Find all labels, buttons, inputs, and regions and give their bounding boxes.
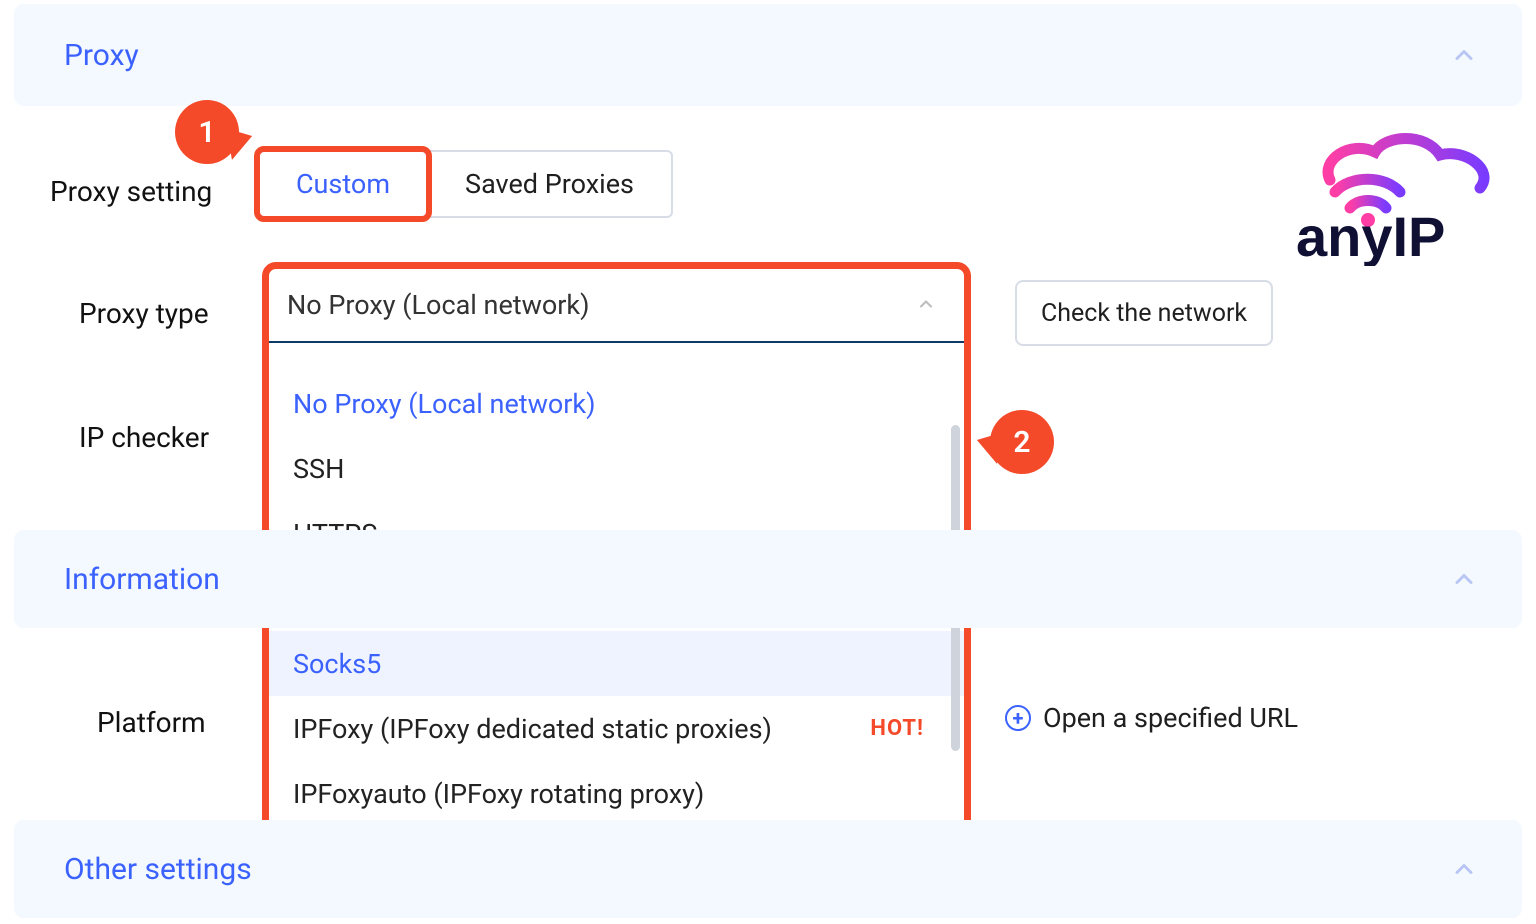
section-header-proxy[interactable]: Proxy xyxy=(14,4,1522,106)
section-title-proxy: Proxy xyxy=(64,38,139,73)
section-title-other-settings: Other settings xyxy=(64,852,252,887)
chevron-up-icon xyxy=(1450,565,1478,593)
proxy-type-option-ipfoxyauto[interactable]: IPFoxyauto (IPFoxy rotating proxy) xyxy=(269,761,964,826)
section-title-information: Information xyxy=(64,562,220,597)
plus-circle-icon: + xyxy=(1005,705,1031,731)
option-label: No Proxy (Local network) xyxy=(293,388,596,420)
anyip-logo: anyIP xyxy=(1290,130,1500,266)
option-label: SSH xyxy=(293,453,344,485)
hot-badge: HOT! xyxy=(870,716,924,741)
proxy-type-option-ipfoxy[interactable]: IPFoxy (IPFoxy dedicated static proxies)… xyxy=(269,696,964,761)
proxy-type-option-ssh[interactable]: SSH xyxy=(269,436,964,501)
open-specified-url-link[interactable]: + Open a specified URL xyxy=(1005,702,1298,734)
section-header-other-settings[interactable]: Other settings xyxy=(14,820,1522,918)
label-platform: Platform xyxy=(97,706,206,739)
tab-saved-proxies[interactable]: Saved Proxies xyxy=(428,150,673,218)
proxy-type-option-no-proxy[interactable]: No Proxy (Local network) xyxy=(269,371,964,436)
proxy-type-select[interactable]: No Proxy (Local network) xyxy=(269,269,964,343)
annotation-badge-1: 1 xyxy=(175,100,239,164)
tab-custom-label: Custom xyxy=(296,168,390,200)
option-label: IPFoxy (IPFoxy dedicated static proxies) xyxy=(293,713,772,745)
proxy-type-option-socks5[interactable]: Socks5 xyxy=(269,631,964,696)
anyip-logo-text: anyIP xyxy=(1296,205,1445,266)
label-proxy-setting: Proxy setting xyxy=(50,175,212,208)
annotation-badge-2: 2 xyxy=(990,410,1054,474)
proxy-type-selected-value: No Proxy (Local network) xyxy=(287,289,590,321)
check-network-button[interactable]: Check the network xyxy=(1015,280,1273,346)
label-proxy-type: Proxy type xyxy=(79,297,209,330)
chevron-up-icon xyxy=(916,289,936,321)
chevron-up-icon xyxy=(1450,41,1478,69)
option-label: IPFoxyauto (IPFoxy rotating proxy) xyxy=(293,778,704,810)
section-header-information[interactable]: Information xyxy=(14,530,1522,628)
tab-custom[interactable]: Custom xyxy=(258,150,428,218)
chevron-up-icon xyxy=(1450,855,1478,883)
tab-saved-proxies-label: Saved Proxies xyxy=(465,168,634,200)
label-ip-checker: IP checker xyxy=(79,421,209,454)
annotation-badge-2-number: 2 xyxy=(1013,425,1030,460)
annotation-badge-1-number: 1 xyxy=(198,115,215,150)
open-specified-url-label: Open a specified URL xyxy=(1043,702,1298,734)
proxy-setting-tabs: Custom Saved Proxies xyxy=(258,150,673,218)
check-network-label: Check the network xyxy=(1041,299,1247,328)
option-label: Socks5 xyxy=(293,648,381,680)
